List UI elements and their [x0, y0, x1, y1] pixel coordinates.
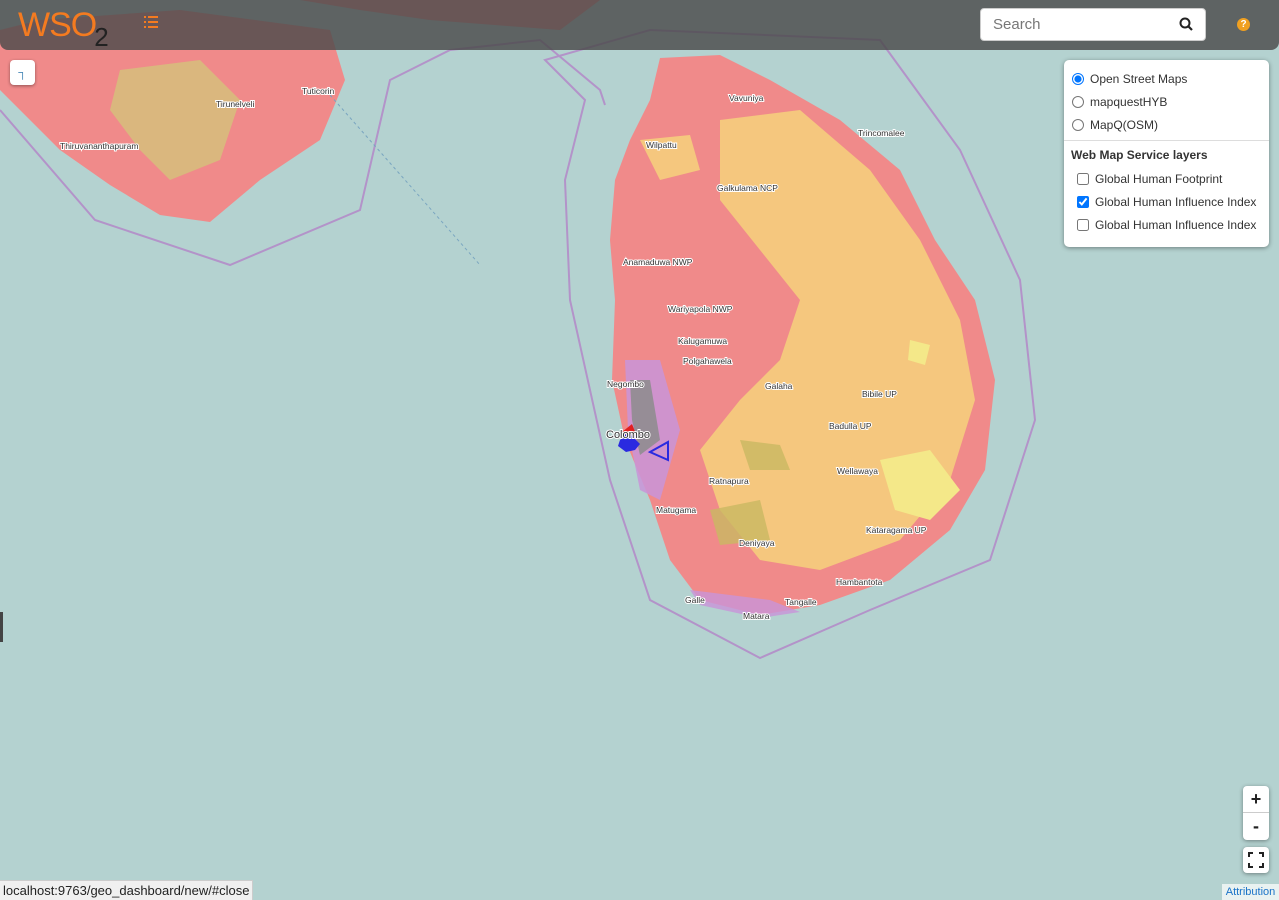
- logo-subscript: 2: [94, 22, 109, 52]
- svg-text:Bibile UP: Bibile UP: [862, 389, 897, 399]
- list-icon[interactable]: [144, 16, 160, 32]
- svg-text:Tangalle: Tangalle: [785, 597, 817, 607]
- svg-text:Galaha: Galaha: [765, 381, 793, 391]
- attribution-link[interactable]: Attribution: [1222, 884, 1279, 900]
- base-layer-radio[interactable]: [1072, 73, 1084, 85]
- svg-text:Matugama: Matugama: [656, 505, 696, 515]
- svg-text:Polgahawela: Polgahawela: [683, 356, 732, 366]
- divider: [1064, 140, 1269, 141]
- zoom-in-button[interactable]: +: [1243, 786, 1269, 813]
- base-layer-label: mapquestHYB: [1090, 95, 1168, 109]
- base-layer-label: Open Street Maps: [1090, 72, 1188, 86]
- svg-text:Matara: Matara: [743, 611, 770, 621]
- svg-text:Wilpattu: Wilpattu: [646, 140, 677, 150]
- zoom-control: + -: [1243, 786, 1269, 840]
- svg-text:Galkulama NCP: Galkulama NCP: [717, 183, 778, 193]
- svg-text:Deniyaya: Deniyaya: [739, 538, 775, 548]
- base-layer-osm[interactable]: Open Street Maps: [1072, 70, 1187, 88]
- svg-text:Negombo: Negombo: [607, 379, 644, 389]
- svg-text:Wariyapola NWP: Wariyapola NWP: [668, 304, 733, 314]
- base-layer-mapquesthyb[interactable]: mapquestHYB: [1072, 93, 1167, 111]
- expand-icon[interactable]: [1243, 847, 1269, 873]
- wms-layers-title: Web Map Service layers: [1071, 148, 1208, 162]
- zoom-out-button[interactable]: -: [1243, 813, 1269, 839]
- svg-text:Tirunelveli: Tirunelveli: [216, 99, 255, 109]
- left-drawer-handle[interactable]: [0, 612, 3, 642]
- wms-layer-label: Global Human Influence Index: [1095, 218, 1257, 232]
- base-layer-label: MapQ(OSM): [1090, 118, 1159, 132]
- svg-text:Colombo: Colombo: [606, 429, 650, 441]
- wms-layer-label: Global Human Influence Index: [1095, 195, 1257, 209]
- base-layer-mapqosm[interactable]: MapQ(OSM): [1072, 116, 1158, 134]
- svg-text:Hambantota: Hambantota: [836, 577, 883, 587]
- base-layer-radio[interactable]: [1072, 96, 1084, 108]
- search-input[interactable]: [981, 9, 1195, 40]
- layer-switcher: Open Street Maps mapquestHYB MapQ(OSM) W…: [1064, 60, 1269, 247]
- wso2-logo[interactable]: WSO 2: [18, 6, 109, 52]
- search-icon[interactable]: [1179, 17, 1195, 33]
- top-navbar: WSO 2 ?: [0, 0, 1279, 52]
- wms-layer-influence-index[interactable]: Global Human Influence Index: [1077, 193, 1256, 211]
- svg-text:Tuticorin: Tuticorin: [302, 86, 335, 96]
- wms-layer-checkbox[interactable]: [1077, 219, 1089, 231]
- svg-text:Ratnapura: Ratnapura: [709, 476, 749, 486]
- svg-text:Badulla UP: Badulla UP: [829, 421, 872, 431]
- sidebar-toggle-icon[interactable]: ┐: [10, 60, 35, 85]
- svg-text:Wellawaya: Wellawaya: [837, 466, 878, 476]
- wms-layer-label: Global Human Footprint: [1095, 172, 1223, 186]
- wms-layer-checkbox[interactable]: [1077, 173, 1089, 185]
- base-layer-radio[interactable]: [1072, 119, 1084, 131]
- svg-text:Trincomalee: Trincomalee: [858, 128, 905, 138]
- svg-text:Kalugamuwa: Kalugamuwa: [678, 336, 727, 346]
- logo-text: WSO: [18, 6, 97, 44]
- wms-layer-footprint[interactable]: Global Human Footprint: [1077, 170, 1222, 188]
- svg-text:Anamaduwa NWP: Anamaduwa NWP: [623, 257, 693, 267]
- wms-layer-influence-index-2[interactable]: Global Human Influence Index: [1077, 216, 1256, 234]
- status-bar-url: localhost:9763/geo_dashboard/new/#close: [0, 880, 254, 900]
- svg-text:Kataragama UP: Kataragama UP: [866, 525, 927, 535]
- svg-text:Galle: Galle: [685, 595, 705, 605]
- question-icon[interactable]: ?: [1237, 18, 1250, 31]
- svg-text:Vavuniya: Vavuniya: [729, 93, 764, 103]
- svg-text:Thiruvananthapuram: Thiruvananthapuram: [60, 141, 138, 151]
- search-box: [980, 8, 1206, 41]
- wms-layer-checkbox[interactable]: [1077, 196, 1089, 208]
